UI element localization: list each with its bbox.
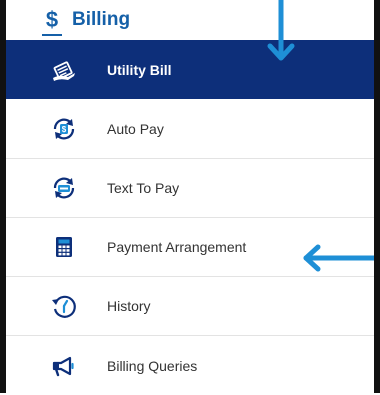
svg-text:$: $ [62, 125, 67, 134]
right-border [374, 0, 380, 393]
menu-item-billing-queries[interactable]: Billing Queries [6, 336, 374, 395]
megaphone-icon [50, 352, 78, 380]
bill-icon [50, 56, 78, 84]
auto-pay-icon: $ [50, 115, 78, 143]
arrow-down-icon [267, 0, 295, 61]
billing-menu-panel: $ Billing Utility Bill $ Auto Pay Text T… [6, 0, 374, 393]
menu-title: Billing [72, 9, 131, 30]
menu-item-label: Payment Arrangement [107, 239, 247, 255]
menu-item-history[interactable]: History [6, 277, 374, 336]
menu-item-label: Auto Pay [107, 121, 164, 137]
menu-item-label: Billing Queries [107, 357, 198, 374]
arrow-left-icon [303, 244, 374, 272]
menu-item-label: Utility Bill [107, 61, 172, 78]
calculator-icon [50, 233, 78, 261]
menu-item-label: History [107, 298, 151, 314]
history-icon [50, 292, 78, 320]
menu-item-utility-bill[interactable]: Utility Bill [6, 40, 374, 99]
menu-item-text-to-pay[interactable]: Text To Pay [6, 159, 374, 218]
menu-header: $ Billing [6, 0, 374, 40]
dollar-icon: $ [42, 6, 62, 36]
menu-item-auto-pay[interactable]: $ Auto Pay [6, 100, 374, 159]
text-to-pay-icon [50, 174, 78, 202]
menu-item-label: Text To Pay [107, 180, 180, 196]
